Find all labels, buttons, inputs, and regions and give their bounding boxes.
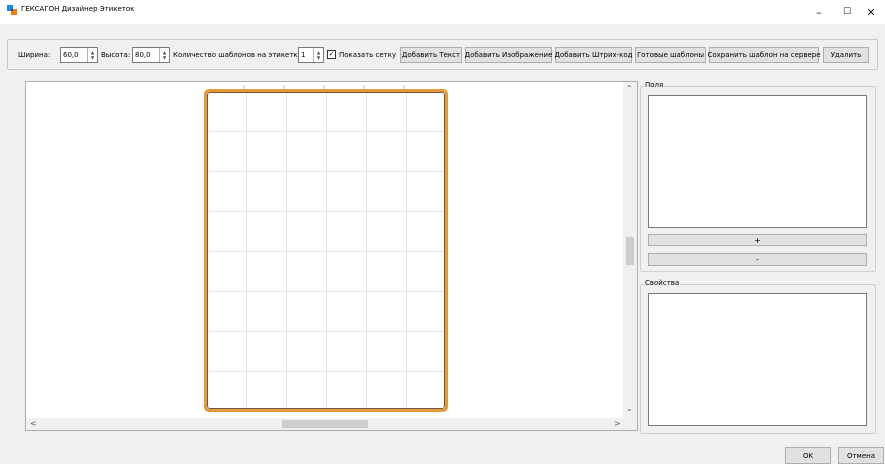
templates-count-spin-arrows[interactable]: ▲ ▼ xyxy=(313,48,323,62)
height-spin-arrows[interactable]: ▲ ▼ xyxy=(159,48,169,62)
vertical-scrollbar[interactable]: ⌃ ⌄ xyxy=(623,82,637,418)
horizontal-scrollbar[interactable]: < > xyxy=(26,418,623,430)
properties-list[interactable] xyxy=(648,293,867,426)
show-grid-label[interactable]: Показать сетку xyxy=(339,51,396,59)
scroll-left-icon[interactable]: < xyxy=(30,419,37,428)
fields-title: Поля xyxy=(644,81,665,89)
height-spinbox[interactable]: 80,0 ▲ ▼ xyxy=(132,47,170,63)
save-template-button[interactable]: Сохранить шаблон на сервере xyxy=(707,47,821,63)
templates-count-value[interactable]: 1 xyxy=(299,51,313,59)
show-grid-checkbox[interactable]: ✓ xyxy=(327,50,336,59)
app-icon xyxy=(7,5,17,15)
toolbar: Ширина: 60,0 ▲ ▼ Высота: 80,0 ▲ ▼ Количе… xyxy=(7,39,878,70)
add-barcode-button[interactable]: Добавить Штрих-код xyxy=(554,47,633,63)
width-spinbox[interactable]: 60,0 ▲ ▼ xyxy=(60,47,98,63)
scroll-corner xyxy=(623,418,637,430)
horizontal-scroll-thumb[interactable] xyxy=(282,420,368,428)
width-label: Ширина: xyxy=(18,51,51,59)
minimize-button[interactable]: – xyxy=(805,0,833,24)
scroll-up-icon[interactable]: ⌃ xyxy=(626,84,633,93)
fields-list[interactable] xyxy=(648,95,867,228)
width-spin-arrows[interactable]: ▲ ▼ xyxy=(87,48,97,62)
ready-templates-button[interactable]: Готовые шаблоны xyxy=(635,47,706,63)
properties-title: Свойства xyxy=(644,279,681,287)
width-value[interactable]: 60,0 xyxy=(61,51,87,59)
templates-count-label: Количество шаблонов на этикетке: xyxy=(173,51,305,59)
height-label: Высота: xyxy=(101,51,131,59)
remove-field-button[interactable]: - xyxy=(648,253,867,266)
scroll-down-icon[interactable]: ⌄ xyxy=(626,404,633,413)
spin-down-icon[interactable]: ▼ xyxy=(317,55,320,60)
add-image-button[interactable]: Добавить Изображение xyxy=(465,47,552,63)
height-value[interactable]: 80,0 xyxy=(133,51,159,59)
window-title: ГЕКСАГОН Дизайнер Этикеток xyxy=(21,5,135,13)
ok-button[interactable]: OK xyxy=(785,447,831,464)
vertical-scroll-thumb[interactable] xyxy=(626,237,634,265)
add-text-button[interactable]: Добавить Текст xyxy=(400,47,462,63)
templates-count-spinbox[interactable]: 1 ▲ ▼ xyxy=(298,47,324,63)
title-bar: ГЕКСАГОН Дизайнер Этикеток – ☐ ✕ xyxy=(0,0,885,24)
spin-down-icon[interactable]: ▼ xyxy=(91,55,94,60)
add-field-button[interactable]: + xyxy=(648,234,867,246)
scroll-right-icon[interactable]: > xyxy=(614,419,621,428)
label-sheet[interactable] xyxy=(204,89,448,412)
delete-button[interactable]: Удалить xyxy=(823,47,869,63)
close-button[interactable]: ✕ xyxy=(857,0,885,24)
design-canvas[interactable] xyxy=(25,81,638,431)
spin-down-icon[interactable]: ▼ xyxy=(163,55,166,60)
cancel-button[interactable]: Отмена xyxy=(838,447,884,464)
